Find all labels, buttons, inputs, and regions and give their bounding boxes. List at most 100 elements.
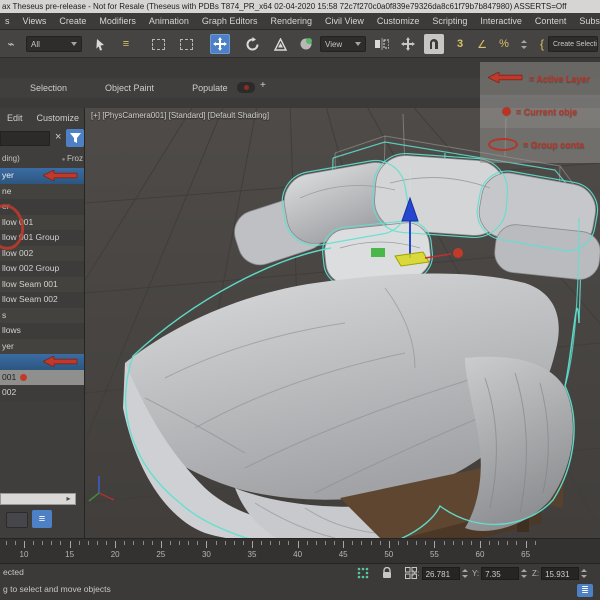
window-crossing-toggle-icon[interactable]: [176, 34, 196, 54]
menu-item-content[interactable]: Content: [535, 16, 567, 26]
timeline-tick: [197, 541, 198, 545]
annotation-legend: = Active Layer= Current obje= Group cont…: [480, 62, 600, 163]
menu-item-substance[interactable]: Substance: [579, 16, 600, 26]
menu-item-customize[interactable]: Customize: [377, 16, 420, 26]
y-spinner[interactable]: [521, 567, 528, 580]
timeline-tick: [106, 541, 107, 545]
layer-row[interactable]: llows: [0, 323, 85, 339]
reference-coordinate-dropdown[interactable]: View: [320, 36, 366, 52]
timeline-tick: [261, 541, 262, 545]
funnel-icon: [70, 133, 81, 144]
select-and-move-button[interactable]: [210, 34, 230, 54]
selection-lock-dots-icon[interactable]: [355, 566, 371, 580]
rectangular-selection-region-icon[interactable]: [148, 34, 168, 54]
explorer-tool-button[interactable]: [6, 512, 28, 528]
timeline-tick: [516, 541, 517, 545]
timeline-tick: [79, 541, 80, 545]
menu-item-s[interactable]: s: [5, 16, 10, 26]
x-spinner[interactable]: [462, 567, 469, 580]
layer-row[interactable]: llow 002 Group: [0, 261, 85, 277]
menu-item-scripting[interactable]: Scripting: [432, 16, 467, 26]
explorer-list-view-button[interactable]: ≡: [32, 510, 52, 528]
lock-icon[interactable]: [379, 566, 395, 580]
script-icon[interactable]: ⌁: [1, 34, 21, 54]
explorer-h-scrollbar[interactable]: ▸: [0, 493, 76, 505]
ribbon-tab-populate[interactable]: Populate: [192, 83, 228, 93]
layer-row[interactable]: llow Seam 002: [0, 292, 85, 308]
legend-label: = Current obje: [516, 107, 577, 117]
menu-item-animation[interactable]: Animation: [149, 16, 189, 26]
layer-row-label: s: [2, 310, 6, 320]
legend-item-ellipse: = Group conta: [480, 128, 600, 161]
ribbon-tab-object-paint[interactable]: Object Paint: [105, 83, 154, 93]
explorer-column-header[interactable]: ding) Froz: [0, 152, 85, 166]
percent-snap-icon[interactable]: %: [494, 34, 514, 54]
x-coord-field[interactable]: 26.781: [422, 567, 460, 580]
layer-row-label: llow Seam 001: [2, 279, 58, 289]
timeline-tick: [389, 541, 390, 548]
named-selection-value: Create Selection Set: [553, 41, 598, 48]
timeline-tick: [316, 541, 317, 545]
layer-row[interactable]: llow Seam 001: [0, 277, 85, 293]
explorer-search-input[interactable]: [0, 131, 50, 146]
mirror-icon[interactable]: [372, 34, 392, 54]
selection-filter-dropdown[interactable]: All: [26, 36, 82, 52]
menu-item-rendering[interactable]: Rendering: [270, 16, 312, 26]
selection-status-text: ected: [3, 567, 24, 577]
select-and-place-icon[interactable]: [296, 34, 316, 54]
menu-item-interactive[interactable]: Interactive: [480, 16, 522, 26]
clear-search-icon[interactable]: ×: [55, 131, 61, 143]
timeline-tick: [334, 541, 335, 545]
snaps-3d-icon[interactable]: 3: [450, 34, 470, 54]
layer-row[interactable]: [0, 354, 85, 370]
select-object-icon[interactable]: [90, 34, 110, 54]
align-icon[interactable]: [398, 34, 418, 54]
viewport-label[interactable]: [+] [PhysCamera001] [Standard] [Default …: [91, 111, 269, 120]
timeline-tick: [88, 541, 89, 545]
menu-item-modifiers[interactable]: Modifiers: [99, 16, 136, 26]
viewport[interactable]: [+] [PhysCamera001] [Standard] [Default …: [85, 108, 600, 538]
timeline-frame-label: 55: [430, 550, 439, 559]
timeline-tick: [425, 541, 426, 545]
timeline-frame-label: 65: [521, 550, 530, 559]
layer-row[interactable]: ne: [0, 184, 85, 200]
explorer-menu-edit[interactable]: Edit: [7, 113, 23, 123]
angle-snap-icon[interactable]: ∠: [472, 34, 492, 54]
timeline-tick: [298, 541, 299, 548]
layer-row[interactable]: s: [0, 308, 85, 324]
layer-row[interactable]: yer: [0, 168, 85, 184]
layer-row[interactable]: yer: [0, 339, 85, 355]
legend-label: = Group conta: [523, 140, 584, 150]
select-and-scale-button[interactable]: [270, 34, 290, 54]
timeline-tick: [371, 541, 372, 545]
layer-row[interactable]: 001: [0, 370, 85, 386]
title-bar: ax Theseus pre-release - Not for Resale …: [0, 0, 600, 13]
explorer-menu-customize[interactable]: Customize: [37, 113, 80, 123]
grid-toggle-button[interactable]: ≣: [577, 584, 593, 597]
select-and-rotate-button[interactable]: [242, 34, 262, 54]
timeline-tick: [188, 541, 189, 545]
menu-item-civil-view[interactable]: Civil View: [325, 16, 364, 26]
scroll-right-icon[interactable]: ▸: [63, 494, 74, 504]
red-ellipse-icon: [488, 138, 518, 151]
spinner-snap-icon[interactable]: [514, 34, 534, 54]
filter-button[interactable]: [66, 129, 84, 147]
layer-row[interactable]: 002: [0, 385, 85, 401]
named-selection-set-dropdown[interactable]: Create Selection Set: [548, 36, 598, 52]
snaps-toggle-button[interactable]: [424, 34, 444, 54]
main-toolbar: ⌁ All ≡ View: [0, 30, 600, 58]
menu-item-graph-editors[interactable]: Graph Editors: [202, 16, 258, 26]
ribbon-add-tab[interactable]: +: [260, 80, 266, 91]
menu-item-views[interactable]: Views: [23, 16, 47, 26]
ribbon-mode-icon[interactable]: [237, 82, 255, 93]
timeline-frame-label: 40: [293, 550, 302, 559]
ribbon-tab-selection[interactable]: Selection: [30, 83, 67, 93]
timeline-track-bar[interactable]: 101520253035404550556065: [0, 538, 600, 564]
z-spinner[interactable]: [581, 567, 588, 580]
z-coord-field[interactable]: 15.931: [541, 567, 579, 580]
timeline-tick: [124, 541, 125, 545]
y-coord-field[interactable]: 7.35: [481, 567, 519, 580]
menu-item-create[interactable]: Create: [59, 16, 86, 26]
chevron-down-icon: [71, 42, 77, 46]
select-by-name-icon[interactable]: ≡: [116, 34, 136, 54]
